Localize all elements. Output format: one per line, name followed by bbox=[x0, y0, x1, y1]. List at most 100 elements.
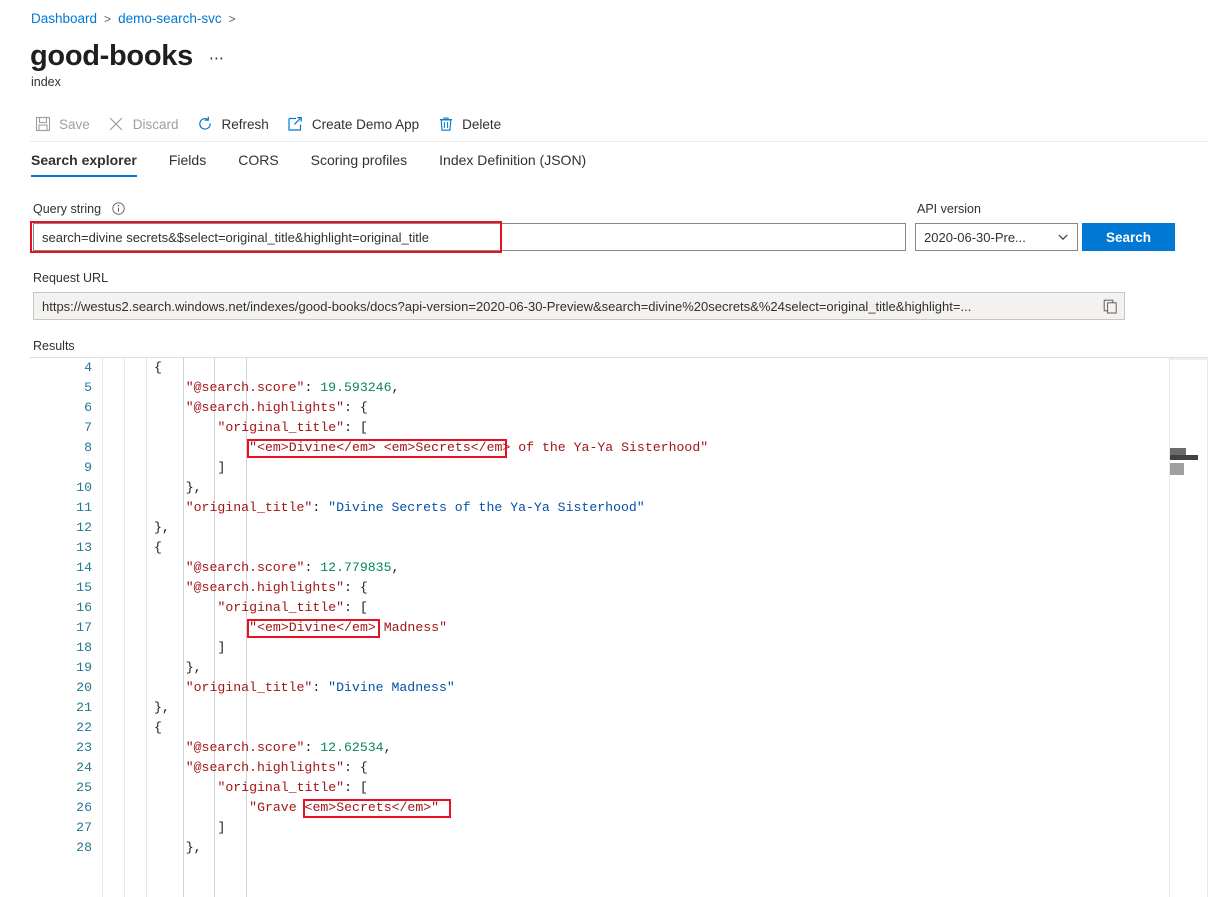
editor-line-number: 6 bbox=[30, 398, 92, 418]
editor-line-code: "<em>Divine</em> Madness" bbox=[249, 618, 447, 638]
editor-line-code: "@search.highlights": { bbox=[186, 758, 368, 778]
refresh-icon bbox=[197, 116, 214, 133]
api-version-label: API version bbox=[917, 202, 981, 216]
request-url-value: https://westus2.search.windows.net/index… bbox=[34, 299, 1096, 314]
query-string-label-text: Query string bbox=[33, 202, 101, 216]
editor-line: 15"@search.highlights": { bbox=[30, 578, 1208, 598]
editor-line: 6"@search.highlights": { bbox=[30, 398, 1208, 418]
editor-line: 20 "original_title": "Divine Madness" bbox=[30, 678, 1208, 698]
json-token-num: 12.62534 bbox=[320, 740, 383, 755]
editor-line-code: }, bbox=[154, 698, 170, 718]
save-button[interactable]: Save bbox=[30, 109, 100, 139]
editor-line-number: 13 bbox=[30, 538, 92, 558]
editor-line-number: 20 bbox=[30, 678, 92, 698]
editor-line-code: "original_title": "Divine Madness" bbox=[186, 678, 455, 698]
tab-fields[interactable]: Fields bbox=[169, 152, 206, 177]
results-label: Results bbox=[33, 339, 75, 353]
json-token-key: "original_title" bbox=[186, 500, 313, 515]
editor-line: 9] bbox=[30, 458, 1208, 478]
editor-line: 28}, bbox=[30, 838, 1208, 858]
json-token-punct: , bbox=[384, 740, 392, 755]
json-token-punct: }, bbox=[186, 660, 202, 675]
editor-line-code: "original_title": "Divine Secrets of the… bbox=[186, 498, 645, 518]
editor-line: 11 "original_title": "Divine Secrets of t… bbox=[30, 498, 1208, 518]
editor-line: 23"@search.score": 12.62534, bbox=[30, 738, 1208, 758]
discard-button[interactable]: Discard bbox=[104, 109, 189, 139]
json-token-str: "Divine Secrets of the Ya-Ya Sisterhood" bbox=[328, 500, 645, 515]
create-demo-app-button[interactable]: Create Demo App bbox=[283, 109, 429, 139]
editor-line-number: 14 bbox=[30, 558, 92, 578]
editor-line: 4{ bbox=[30, 358, 1208, 378]
editor-line-code: ] bbox=[217, 458, 225, 478]
breadcrumb-item-service[interactable]: demo-search-svc bbox=[118, 10, 222, 28]
editor-line-code: { bbox=[154, 538, 162, 558]
request-url-label: Request URL bbox=[33, 271, 108, 285]
editor-line-code: }, bbox=[186, 658, 202, 678]
json-token-key: "@search.score" bbox=[186, 740, 305, 755]
editor-line: 10}, bbox=[30, 478, 1208, 498]
editor-line-number: 11 bbox=[30, 498, 92, 518]
editor-line-number: 9 bbox=[30, 458, 92, 478]
search-button[interactable]: Search bbox=[1082, 223, 1175, 251]
results-json-editor[interactable]: 4{5"@search.score": 19.593246,6"@search.… bbox=[30, 357, 1208, 897]
tab-search-explorer-label: Search explorer bbox=[31, 152, 137, 168]
json-token-punct: }, bbox=[154, 520, 170, 535]
json-token-punct: ] bbox=[217, 820, 225, 835]
json-token-punct: : [ bbox=[344, 420, 368, 435]
editor-line-number: 5 bbox=[30, 378, 92, 398]
tab-search-explorer[interactable]: Search explorer bbox=[31, 152, 137, 177]
page-title: good-books bbox=[30, 38, 193, 74]
query-string-input[interactable] bbox=[33, 223, 906, 251]
api-version-dropdown[interactable]: 2020-06-30-Pre... bbox=[915, 223, 1078, 251]
editor-line-number: 12 bbox=[30, 518, 92, 538]
info-icon[interactable] bbox=[112, 202, 125, 215]
editor-line-number: 18 bbox=[30, 638, 92, 658]
more-options-icon[interactable]: ⋯ bbox=[209, 49, 226, 67]
json-token-punct: , bbox=[392, 560, 400, 575]
tab-index-definition[interactable]: Index Definition (JSON) bbox=[439, 152, 586, 177]
tab-cors-label: CORS bbox=[238, 152, 278, 168]
editor-line: 16"original_title": [ bbox=[30, 598, 1208, 618]
editor-line-code: }, bbox=[154, 518, 170, 538]
editor-line: 7"original_title": [ bbox=[30, 418, 1208, 438]
editor-minimap-top-shadow bbox=[1170, 358, 1208, 360]
breadcrumb-item-dashboard[interactable]: Dashboard bbox=[31, 10, 97, 28]
json-token-punct: ] bbox=[217, 640, 225, 655]
json-token-punct: , bbox=[392, 380, 400, 395]
editor-minimap-block-1 bbox=[1170, 448, 1186, 455]
editor-line: 17"<em>Divine</em> Madness" bbox=[30, 618, 1208, 638]
tab-cors[interactable]: CORS bbox=[238, 152, 278, 177]
json-token-key: "original_title" bbox=[217, 600, 344, 615]
editor-line-number: 23 bbox=[30, 738, 92, 758]
editor-line-number: 8 bbox=[30, 438, 92, 458]
copy-icon[interactable] bbox=[1096, 293, 1124, 319]
json-token-punct: : { bbox=[344, 760, 368, 775]
editor-code-area[interactable]: 4{5"@search.score": 19.593246,6"@search.… bbox=[30, 358, 1208, 897]
command-toolbar: Save Discard Refresh bbox=[30, 107, 515, 141]
json-token-key: "original_title" bbox=[217, 780, 344, 795]
chevron-down-icon bbox=[1057, 231, 1069, 243]
tab-scoring-profiles[interactable]: Scoring profiles bbox=[311, 152, 408, 177]
refresh-button[interactable]: Refresh bbox=[193, 109, 279, 139]
editor-line-code: "<em>Divine</em> <em>Secrets</em> of the… bbox=[249, 438, 708, 458]
json-token-em: "Grave <em>Secrets</em>" bbox=[249, 800, 439, 815]
json-token-punct: : [ bbox=[344, 600, 368, 615]
breadcrumb: Dashboard > demo-search-svc > bbox=[31, 10, 243, 28]
editor-line-number: 25 bbox=[30, 778, 92, 798]
editor-line-number: 22 bbox=[30, 718, 92, 738]
editor-scrollbar-thumb[interactable] bbox=[1170, 455, 1198, 460]
editor-line-code: ] bbox=[217, 638, 225, 658]
editor-line: 12}, bbox=[30, 518, 1208, 538]
tab-scoring-profiles-label: Scoring profiles bbox=[311, 152, 408, 168]
save-icon bbox=[34, 116, 51, 133]
json-token-key: "original_title" bbox=[186, 680, 313, 695]
editor-line-code: "original_title": [ bbox=[217, 598, 367, 618]
editor-line: 27] bbox=[30, 818, 1208, 838]
json-token-punct: ] bbox=[217, 460, 225, 475]
editor-line-code: "@search.score": 12.779835, bbox=[186, 558, 400, 578]
save-button-label: Save bbox=[59, 117, 90, 132]
editor-line: 19}, bbox=[30, 658, 1208, 678]
breadcrumb-separator-icon: > bbox=[104, 10, 111, 28]
editor-line-number: 28 bbox=[30, 838, 92, 858]
delete-button[interactable]: Delete bbox=[433, 109, 511, 139]
